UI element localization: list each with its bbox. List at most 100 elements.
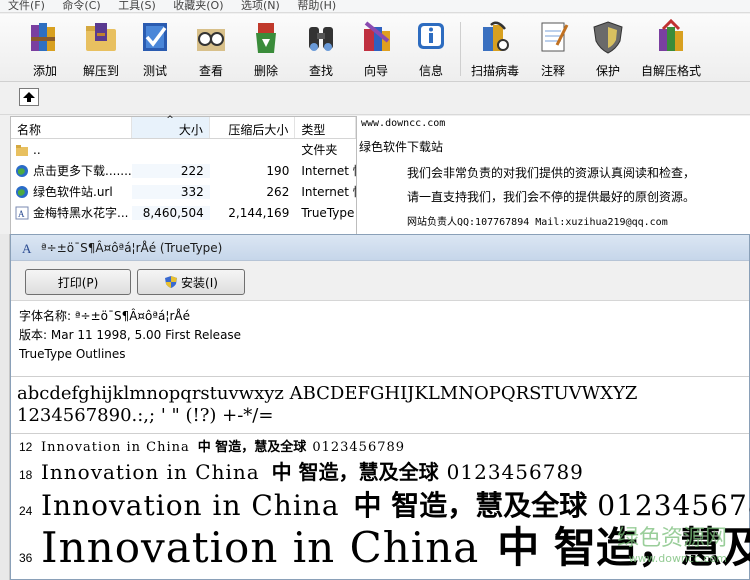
comment-contact: 网站负责人QQ:107767894 Mail:xuzihua219@qq.com: [407, 217, 668, 228]
view-button[interactable]: 查看: [182, 18, 240, 80]
size-label: 36: [19, 551, 33, 565]
address-bar: [0, 83, 750, 115]
print-button[interactable]: 打印(P): [25, 269, 131, 295]
column-name[interactable]: 名称: [11, 117, 133, 138]
sample-latin: Innovation in China: [41, 440, 190, 455]
menu-tools[interactable]: 工具(S): [110, 0, 156, 11]
up-arrow-icon: [23, 92, 35, 102]
font-viewer-titlebar[interactable]: A ª÷±ö¯S¶Â¤ôªá¦rÅé (TrueType): [11, 235, 749, 261]
file-name: 绿色软件站.url: [33, 185, 113, 199]
folder-extract-icon: [82, 18, 120, 56]
menu-options[interactable]: 选项(N): [233, 0, 280, 11]
file-type: TrueType: [301, 205, 355, 220]
sample-cjk: 中 智造，慧及全球: [271, 460, 439, 484]
binoculars-icon: [302, 18, 340, 56]
books-add-icon: [26, 18, 64, 56]
sample-digits: 0123456789: [597, 489, 750, 522]
font-icon: A: [21, 241, 35, 255]
file-size: 8,460,504: [132, 205, 210, 220]
size-sample-row: 18 Innovation in China 中 智造，慧及全球 0123456…: [11, 456, 584, 485]
extract-to-button[interactable]: 解压到: [72, 18, 130, 80]
install-button[interactable]: 安装(I): [137, 269, 245, 295]
up-folder-button[interactable]: [19, 88, 39, 106]
find-button[interactable]: 查找: [292, 18, 350, 80]
comment-button[interactable]: 注释: [524, 18, 582, 80]
font-info: 字体名称: ª÷±ö¯S¶Â¤ôªá¦rÅé 版本: Mar 11 1998, …: [11, 301, 749, 364]
sample-latin: Innovation in China: [41, 523, 480, 572]
comment-line: 请一直支持我们，我们会不停的提供最好的原创资源。: [407, 190, 696, 204]
glasses-icon: [192, 18, 230, 56]
uac-shield-icon: [165, 276, 178, 288]
menu-favorites[interactable]: 收藏夹(O): [165, 0, 223, 11]
delete-label: 删除: [253, 64, 278, 78]
sample-cjk: 中 智造，慧及全球: [353, 489, 588, 522]
file-name: 金梅特黑水花字...: [33, 206, 129, 220]
column-size[interactable]: ^ 大小: [132, 115, 210, 138]
scan-virus-button[interactable]: 扫描病毒: [466, 18, 524, 80]
character-sample-letters: abcdefghijklmnopqrstuvwxyz ABCDEFGHIJKLM…: [17, 383, 638, 404]
menu-help[interactable]: 帮助(H): [289, 0, 336, 11]
window-edge: [0, 234, 10, 580]
protect-button[interactable]: 保护: [579, 18, 637, 80]
font-viewer-window: A ª÷±ö¯S¶Â¤ôªá¦rÅé (TrueType) 打印(P) 安装(I…: [10, 234, 750, 580]
sample-cjk: 中 智造，慧及全球: [197, 440, 307, 455]
extract-to-label: 解压到: [82, 64, 119, 78]
file-size: 222: [132, 163, 210, 178]
archive-comment: www.downcc.com 绿色软件下载站 我们会非常负责的对我们提供的资源认…: [357, 116, 750, 236]
character-sample: abcdefghijklmnopqrstuvwxyz ABCDEFGHIJKLM…: [11, 376, 749, 434]
sample-digits: 0123456789: [446, 460, 584, 484]
menu-commands[interactable]: 命令(C): [54, 0, 100, 11]
svg-text:A: A: [18, 209, 25, 219]
info-label: 信息: [418, 64, 443, 78]
column-packed[interactable]: 压缩后大小: [210, 117, 296, 138]
comment-url: www.downcc.com: [361, 118, 446, 129]
font-outlines: TrueType Outlines: [19, 347, 126, 361]
size-sample-row: 24 Innovation in China 中 智造，慧及全球 0123456…: [11, 484, 750, 524]
file-name: ..: [33, 142, 41, 157]
character-sample-symbols: 1234567890.:,; ' " (!?) +-*/=: [17, 405, 274, 426]
table-row[interactable]: A 金梅特黑水花字... 8,460,504 2,144,169 TrueType: [11, 202, 356, 223]
file-packed: 190: [266, 163, 290, 178]
table-row[interactable]: 绿色软件站.url 332 262 Internet 快: [11, 181, 356, 202]
table-row[interactable]: .. 文件夹: [11, 139, 356, 160]
file-packed: 262: [266, 184, 290, 199]
comment-site: 绿色软件下载站: [359, 140, 444, 154]
file-list: 名称 ^ 大小 压缩后大小 类型 .. 文件夹 点击更多下载....... 222…: [10, 115, 357, 241]
delete-button[interactable]: 删除: [237, 18, 295, 80]
find-label: 查找: [308, 64, 333, 78]
wizard-button[interactable]: 向导: [347, 18, 405, 80]
font-file-icon: A: [15, 206, 29, 219]
shield-icon: [589, 18, 627, 56]
sample-digits: 0123456789: [312, 440, 406, 455]
sfx-label: 自解压格式: [640, 64, 701, 78]
size-label: 12: [19, 440, 33, 454]
column-type[interactable]: 类型: [295, 117, 356, 138]
file-list-header: 名称 ^ 大小 压缩后大小 类型: [11, 115, 356, 139]
sample-latin: Innovation in China: [41, 460, 260, 484]
sfx-button[interactable]: 自解压格式: [638, 18, 704, 80]
globe-icon: [16, 185, 28, 198]
table-row[interactable]: 点击更多下载....... 222 190 Internet 快: [11, 160, 356, 181]
watermark-url: www.downcc.com: [628, 552, 727, 565]
test-button[interactable]: 测试: [126, 18, 184, 80]
font-name: 字体名称: ª÷±ö¯S¶Â¤ôªá¦rÅé: [19, 309, 190, 323]
add-button[interactable]: 添加: [16, 18, 74, 80]
file-packed: 2,144,169: [228, 205, 290, 220]
info-button[interactable]: 信息: [402, 18, 460, 80]
menu-bar: 文件(F) 命令(C) 工具(S) 收藏夹(O) 选项(N) 帮助(H): [0, 0, 750, 13]
size-sample-row: 12 Innovation in China 中 智造，慧及全球 0123456…: [11, 436, 405, 455]
protect-label: 保护: [595, 64, 620, 78]
font-viewer-title: ª÷±ö¯S¶Â¤ôªá¦rÅé (TrueType): [41, 240, 223, 255]
watermark: 绿色资源网 www.downcc.com: [617, 520, 727, 565]
sort-ascending-icon: ^: [166, 115, 174, 125]
sample-latin: Innovation in China: [41, 489, 340, 522]
menu-file[interactable]: 文件(F): [0, 0, 45, 11]
wizard-label: 向导: [363, 64, 388, 78]
font-viewer-button-bar: 打印(P) 安装(I): [11, 261, 749, 301]
file-size: 332: [132, 184, 210, 199]
sfx-icon: [652, 18, 690, 56]
file-type: Internet 快: [301, 164, 356, 178]
view-label: 查看: [198, 64, 223, 78]
globe-icon: [16, 164, 28, 177]
comment-label: 注释: [540, 64, 565, 78]
